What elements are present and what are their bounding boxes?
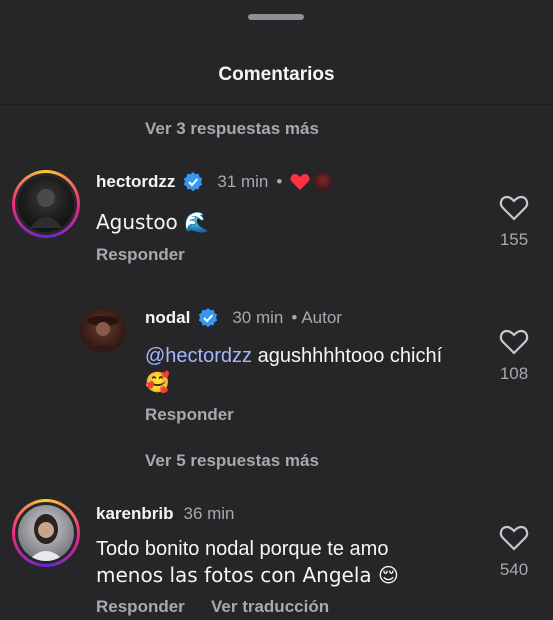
comment-text: @hectordzz agushhhhtooo chichí [145,345,443,367]
view-more-replies-top[interactable]: Ver 3 respuestas más [145,119,319,139]
reply-button[interactable]: Responder [145,405,234,425]
avatar[interactable] [80,307,126,353]
like-heart-icon[interactable] [499,194,529,222]
comment-text: Agustoo 🌊 [96,210,210,234]
comment-username[interactable]: hectordzz [96,172,175,192]
comment-text-line2: menos las fotos con Angela 😌 [96,563,399,587]
see-translation-button[interactable]: Ver traducción [211,597,329,617]
comment-time: 31 min [217,172,269,191]
story-ring[interactable] [12,170,80,238]
comment-time: 30 min [232,308,284,327]
story-ring[interactable] [12,499,80,567]
comment-username[interactable]: nodal [145,308,190,328]
comment-username[interactable]: karenbrib [96,504,173,524]
avatar [18,176,74,232]
author-label: Autor [301,308,342,327]
comment-text-line1: Todo bonito nodal porque te amo [96,538,389,560]
meta-separator: • [276,172,283,191]
liked-by-author-heart-icon [290,174,310,190]
like-count: 108 [499,364,529,383]
view-more-replies-nodal[interactable]: Ver 5 respuestas más [145,451,319,471]
avatar [18,505,74,561]
like-count: 540 [499,560,529,579]
mention-link[interactable]: @hectordzz [145,345,252,367]
reply-button[interactable]: Responder [96,245,185,265]
meta-separator: • [291,308,298,327]
header-divider [0,104,553,105]
comment-time: 36 min [183,504,235,523]
like-heart-icon[interactable] [499,524,529,552]
like-heart-icon[interactable] [499,328,529,356]
verified-badge-icon [199,308,218,328]
verified-badge-icon [184,172,203,192]
author-mini-avatar [314,173,333,191]
like-count: 155 [499,230,529,249]
page-title: Comentarios [218,64,335,85]
comment-text-emoji: 🥰 [145,370,170,394]
drag-handle[interactable] [248,14,304,20]
reply-button[interactable]: Responder [96,597,185,617]
